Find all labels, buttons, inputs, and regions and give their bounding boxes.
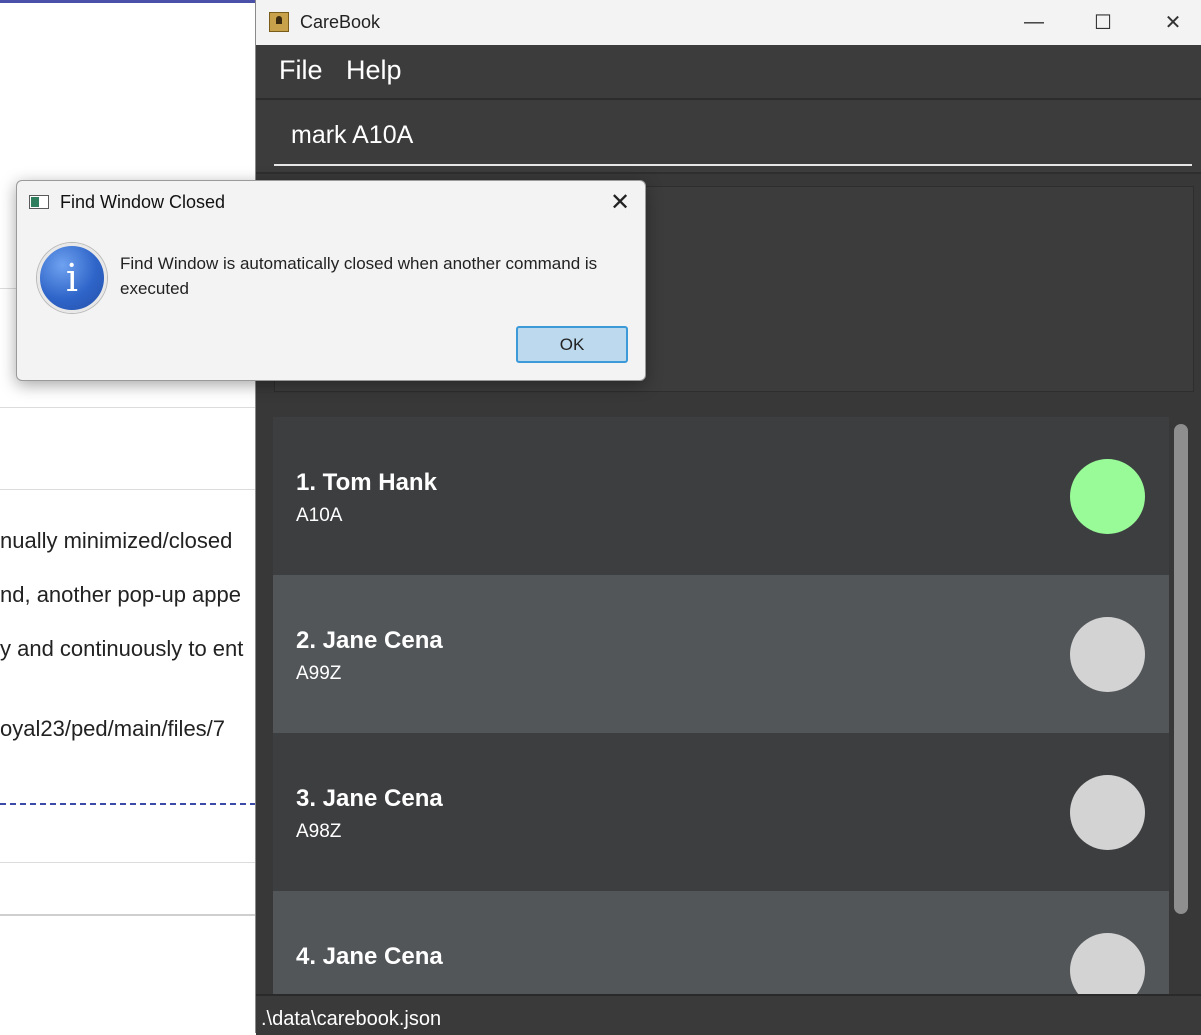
- menu-file[interactable]: File: [279, 55, 323, 86]
- dialog-close-icon[interactable]: ✕: [607, 189, 633, 216]
- status-indicator: [1070, 617, 1145, 692]
- person-name: 4. Jane Cena: [296, 943, 443, 970]
- background-panel-edge: [0, 914, 256, 916]
- person-list[interactable]: 1. Tom Hank A10A 2. Jane Cena A99Z 3. Ja…: [256, 402, 1201, 994]
- person-card[interactable]: 3. Jane Cena A98Z: [273, 733, 1169, 891]
- background-text-line: nually minimized/closed: [0, 528, 233, 553]
- person-name: 1. Tom Hank: [296, 469, 437, 496]
- background-link-text[interactable]: oyal23/ped/main/files/7: [0, 716, 256, 742]
- window-title: CareBook: [300, 12, 381, 32]
- person-name: 3. Jane Cena: [296, 785, 443, 812]
- menu-help[interactable]: Help: [346, 55, 402, 86]
- menu-separator: [256, 98, 1201, 100]
- background-text-line: y and continuously to ent: [0, 636, 244, 661]
- person-card[interactable]: 4. Jane Cena: [273, 891, 1169, 994]
- person-id: A99Z: [296, 663, 342, 684]
- minimize-button[interactable]: —: [999, 0, 1069, 45]
- status-indicator: [1070, 459, 1145, 534]
- status-indicator: [1070, 933, 1145, 994]
- find-window-closed-dialog: Find Window Closed ✕ i Find Window is au…: [16, 180, 646, 381]
- dialog-title: Find Window Closed: [60, 192, 226, 212]
- background-divider: [0, 489, 256, 490]
- close-button[interactable]: ✕: [1138, 0, 1201, 45]
- person-id: A98Z: [296, 821, 342, 842]
- person-card[interactable]: 2. Jane Cena A99Z: [273, 575, 1169, 733]
- command-input[interactable]: mark A10A: [274, 107, 1192, 166]
- title-bar[interactable]: CareBook — ☐ ✕: [256, 0, 1201, 45]
- status-indicator: [1070, 775, 1145, 850]
- background-divider: [0, 862, 256, 863]
- person-id: A10A: [296, 505, 343, 526]
- person-name: 2. Jane Cena: [296, 627, 443, 654]
- ok-button[interactable]: OK: [516, 326, 628, 363]
- background-dashed-divider: [0, 803, 256, 805]
- person-card[interactable]: 1. Tom Hank A10A: [273, 417, 1169, 575]
- background-text-line: nd, another pop-up appe: [0, 582, 241, 607]
- carebook-app-icon: [269, 12, 289, 32]
- menu-bar: File Help: [256, 45, 1201, 98]
- background-divider: [0, 407, 256, 408]
- maximize-button[interactable]: ☐: [1068, 0, 1138, 45]
- list-scrollbar-thumb[interactable]: [1174, 424, 1188, 914]
- dialog-message: Find Window is automatically closed when…: [120, 254, 598, 298]
- command-input-value: mark A10A: [291, 121, 414, 149]
- information-icon: i: [37, 243, 107, 313]
- carebook-window: CareBook — ☐ ✕ File Help mark A10A 1. To…: [255, 0, 1201, 1035]
- status-bar: .\data\carebook.json: [256, 994, 1201, 1035]
- data-file-path: .\data\carebook.json: [261, 1008, 442, 1030]
- dialog-window-icon: [29, 195, 49, 209]
